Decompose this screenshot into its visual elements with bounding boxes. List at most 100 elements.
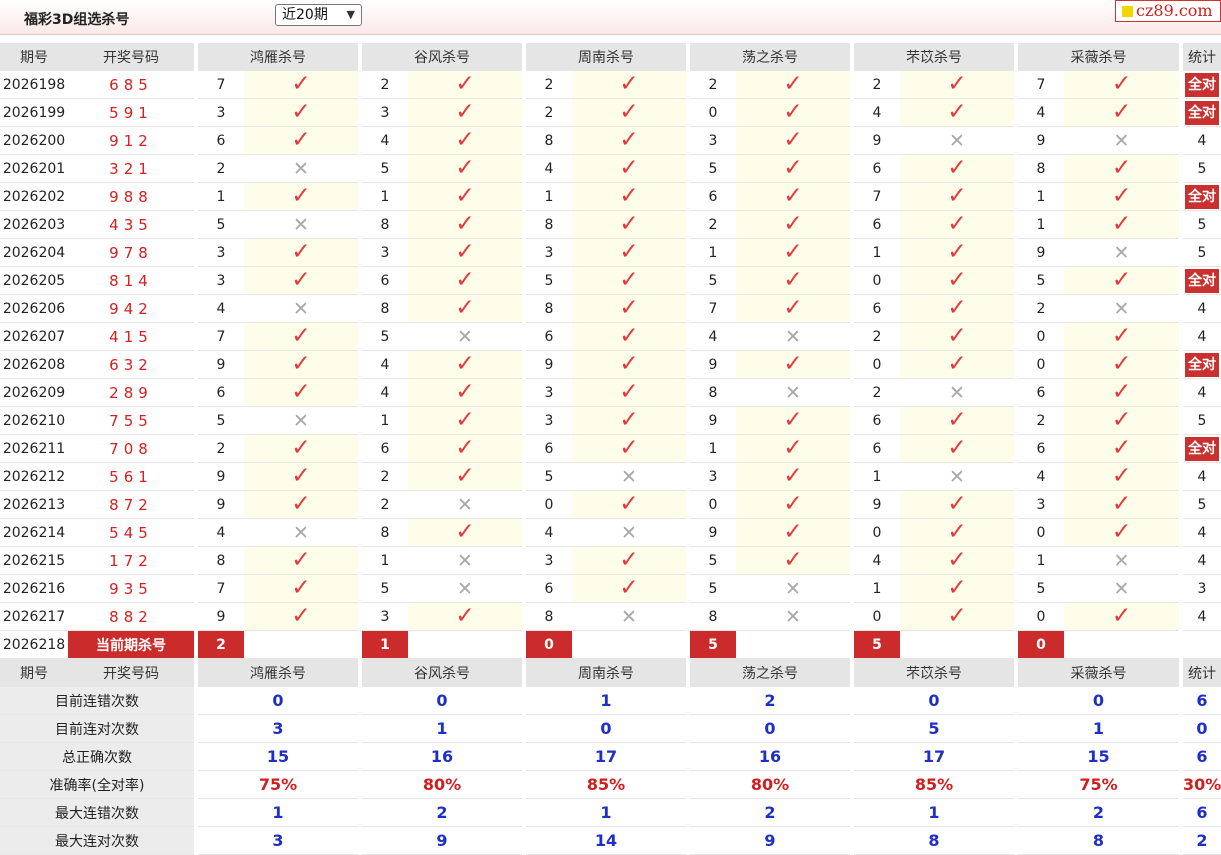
all-correct-badge: 全对 [1185, 100, 1219, 125]
result-cell: ✓ [572, 322, 688, 351]
check-icon: ✓ [291, 603, 311, 629]
summary-row: 最大连对次数 3 9 14 9 8 8 2 [0, 826, 1221, 855]
result-cell: ✓ [736, 546, 852, 575]
kill-number: 2 [358, 70, 408, 99]
table-row: 2026207 415 7 ✓ 5 ✕ 6 ✓ 4 ✕ 2 ✓ 0 ✓ 4 [0, 322, 1221, 351]
check-icon: ✓ [1111, 519, 1132, 545]
result-cell: ✕ [736, 602, 852, 631]
summary-value: 1 [358, 714, 524, 743]
summary-value: 1 [850, 798, 1016, 827]
result-cell: ✕ [1064, 294, 1181, 323]
issue-number: 2026214 [0, 518, 68, 547]
logo-square-icon [1122, 6, 1133, 17]
result-cell: ✓ [572, 434, 688, 463]
check-icon: ✓ [455, 127, 475, 153]
result-cell: ✓ [408, 462, 524, 491]
result-cell: ✓ [900, 602, 1016, 631]
result-cell: ✕ [572, 462, 688, 491]
kill-number: 3 [358, 98, 408, 127]
check-icon: ✓ [455, 519, 475, 545]
summary-value: 0 [194, 686, 360, 715]
result-cell: ✓ [900, 322, 1016, 351]
kill-number: 8 [358, 210, 408, 239]
result-cell: ✓ [408, 70, 524, 99]
kill-number: 1 [358, 406, 408, 435]
drawn-number: 942 [68, 294, 196, 323]
issue-number: 2026217 [0, 602, 68, 631]
check-icon: ✓ [1111, 183, 1132, 209]
result-cell: ✓ [244, 182, 360, 211]
kill-number: 6 [522, 322, 572, 351]
check-icon: ✓ [291, 323, 311, 349]
result-cell: ✓ [1064, 350, 1181, 379]
kill-number: 5 [686, 546, 736, 575]
kill-number: 3 [522, 378, 572, 407]
result-cell: ✓ [736, 154, 852, 183]
result-cell: ✓ [1064, 602, 1181, 631]
kill-number: 4 [1014, 98, 1064, 127]
result-cell: ✓ [736, 294, 852, 323]
kill-number: 1 [358, 546, 408, 575]
check-icon: ✓ [1111, 379, 1132, 405]
table-row: 2026203 435 5 ✕ 8 ✓ 8 ✓ 2 ✓ 6 ✓ 1 ✓ 5 [0, 210, 1221, 239]
check-icon: ✓ [783, 211, 803, 237]
check-icon: ✓ [947, 239, 967, 265]
summary-value: 2 [686, 798, 852, 827]
table-row: 2026212 561 9 ✓ 2 ✓ 5 ✕ 3 ✓ 1 ✕ 4 ✓ 4 [0, 462, 1221, 491]
issue-number: 2026210 [0, 406, 68, 435]
kill-number: 9 [1014, 238, 1064, 267]
result-cell: ✓ [736, 210, 852, 239]
summary-stat: 6 [1179, 686, 1221, 715]
table-row: 2026201 321 2 ✕ 5 ✓ 4 ✓ 5 ✓ 6 ✓ 8 ✓ 5 [0, 154, 1221, 183]
check-icon: ✓ [783, 183, 803, 209]
range-select[interactable]: 近20期 ▼ [275, 4, 362, 26]
check-icon: ✓ [783, 547, 803, 573]
empty-cell [1179, 630, 1221, 659]
summary-value: 5 [850, 714, 1016, 743]
kill-number: 8 [194, 546, 244, 575]
result-cell: ✓ [900, 574, 1016, 603]
kill-number: 5 [194, 210, 244, 239]
check-icon: ✓ [947, 323, 967, 349]
check-icon: ✓ [947, 71, 967, 97]
check-icon: ✓ [455, 239, 475, 265]
result-cell: ✓ [244, 602, 360, 631]
summary-value: 9 [686, 826, 852, 855]
kill-number: 0 [850, 350, 900, 379]
result-cell: ✓ [572, 378, 688, 407]
empty-cell [572, 630, 688, 659]
check-icon: ✓ [947, 99, 967, 125]
result-cell: ✓ [244, 546, 360, 575]
issue-number: 2026211 [0, 434, 68, 463]
cross-icon: ✕ [949, 381, 965, 404]
summary-label: 目前连错次数 [0, 686, 196, 715]
result-cell: ✓ [900, 546, 1016, 575]
kill-number: 1 [194, 182, 244, 211]
summary-value: 0 [686, 714, 852, 743]
check-icon: ✓ [619, 71, 639, 97]
drawn-number: 172 [68, 546, 196, 575]
site-logo[interactable]: cz89.com [1115, 0, 1221, 22]
drawn-number: 872 [68, 490, 196, 519]
kill-number: 2 [686, 210, 736, 239]
kill-number: 5 [686, 574, 736, 603]
check-icon: ✓ [455, 295, 475, 321]
result-cell: ✓ [1064, 210, 1181, 239]
drawn-number: 632 [68, 350, 196, 379]
check-icon: ✓ [947, 435, 967, 461]
kill-number: 4 [358, 126, 408, 155]
check-icon: ✓ [783, 267, 803, 293]
kill-number: 5 [522, 462, 572, 491]
issue-number: 2026208 [0, 350, 68, 379]
cross-icon: ✕ [293, 297, 309, 320]
result-cell: ✓ [736, 406, 852, 435]
empty-cell [1064, 630, 1181, 659]
table-row: 2026204 978 3 ✓ 3 ✓ 3 ✓ 1 ✓ 1 ✓ 9 ✕ 5 [0, 238, 1221, 267]
empty-cell [408, 630, 524, 659]
check-icon: ✓ [1111, 491, 1132, 517]
issue-number: 2026204 [0, 238, 68, 267]
kill-number: 4 [194, 518, 244, 547]
kill-number: 5 [686, 154, 736, 183]
issue-number: 2026216 [0, 574, 68, 603]
check-icon: ✓ [291, 435, 311, 461]
